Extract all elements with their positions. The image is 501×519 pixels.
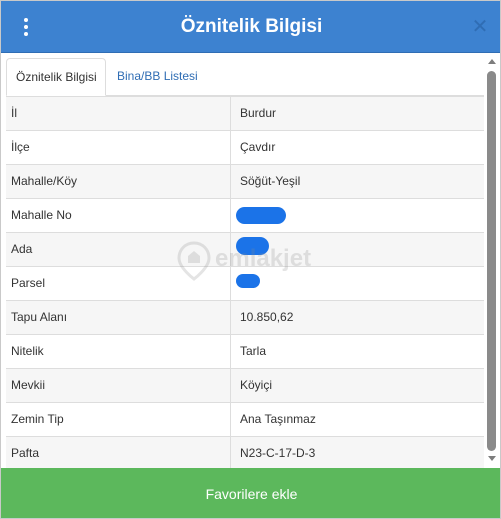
attribute-key: Pafta	[11, 446, 40, 460]
table-row: İl Burdur	[6, 97, 484, 131]
redaction-mark	[236, 237, 269, 255]
attribute-key: Mahalle/Köy	[11, 174, 78, 188]
attribute-value: Burdur	[230, 97, 484, 130]
scrollbar[interactable]	[487, 59, 497, 464]
add-to-favorites-button[interactable]: Favorilere ekle	[1, 468, 500, 518]
tab-bar: Öznitelik Bilgisi Bina/BB Listesi	[6, 58, 484, 96]
scroll-down-arrow-icon[interactable]	[488, 456, 496, 461]
table-row: Parsel	[6, 267, 484, 301]
attribute-key: Mahalle No	[11, 208, 72, 222]
attribute-key: Parsel	[11, 276, 46, 290]
attribute-key: Tapu Alanı	[11, 310, 68, 324]
attribute-key: Zemin Tip	[11, 412, 64, 426]
table-row: Mahalle/Köy Söğüt-Yeşil	[6, 165, 484, 199]
scrollbar-thumb[interactable]	[487, 71, 496, 451]
table-row: Tapu Alanı 10.850,62	[6, 301, 484, 335]
attribute-table: İl Burdur İlçe Çavdır Mahalle/Köy Söğüt-…	[6, 96, 484, 471]
table-row: Ada	[6, 233, 484, 267]
table-row: Mevkii Köyiçi	[6, 369, 484, 403]
table-row: Mahalle No	[6, 199, 484, 233]
table-row: Pafta N23-C-17-D-3	[6, 437, 484, 471]
redaction-mark	[236, 274, 260, 288]
attribute-value	[230, 267, 484, 300]
attribute-key: Mevkii	[11, 378, 46, 392]
attribute-key: İl	[11, 106, 17, 120]
attribute-value	[230, 199, 484, 232]
redaction-mark	[236, 207, 286, 224]
attribute-info-dialog: Öznitelik Bilgisi ✕ Öznitelik Bilgisi Bi…	[0, 0, 501, 519]
table-row: İlçe Çavdır	[6, 131, 484, 165]
dialog-body: Öznitelik Bilgisi Bina/BB Listesi İl Bur…	[1, 53, 500, 471]
close-icon[interactable]: ✕	[471, 17, 489, 37]
table-row: Nitelik Tarla	[6, 335, 484, 369]
dialog-header: Öznitelik Bilgisi ✕	[1, 1, 500, 53]
attribute-value: Çavdır	[230, 131, 484, 164]
attribute-value: Söğüt-Yeşil	[230, 165, 484, 198]
attribute-key: Nitelik	[11, 344, 44, 358]
attribute-key: Ada	[11, 242, 33, 256]
attribute-value: 10.850,62	[230, 301, 484, 334]
attribute-value: Tarla	[230, 335, 484, 368]
dialog-title: Öznitelik Bilgisi	[180, 16, 323, 37]
attribute-value: Ana Taşınmaz	[230, 403, 484, 436]
attribute-value: N23-C-17-D-3	[230, 437, 484, 470]
attribute-value: Köyiçi	[230, 369, 484, 402]
attribute-key: İlçe	[11, 140, 30, 154]
scroll-up-arrow-icon[interactable]	[488, 59, 496, 64]
tab-building-list[interactable]: Bina/BB Listesi	[108, 58, 207, 95]
attribute-value	[230, 233, 484, 266]
table-row: Zemin Tip Ana Taşınmaz	[6, 403, 484, 437]
tab-attribute-info[interactable]: Öznitelik Bilgisi	[6, 58, 106, 96]
